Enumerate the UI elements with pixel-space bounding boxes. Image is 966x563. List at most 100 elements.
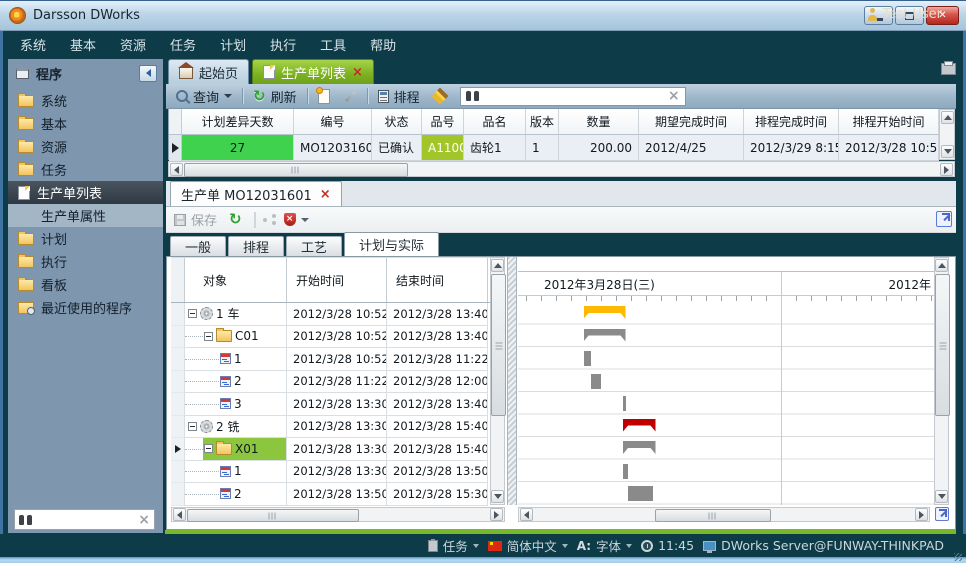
tree-row[interactable]: 3 2012/3/28 13:30 2012/3/28 13:40 xyxy=(171,393,490,416)
gantt-bar[interactable] xyxy=(623,419,656,432)
gantt-vertical-scrollbar[interactable] xyxy=(934,257,949,505)
tab-close-icon[interactable]: × xyxy=(320,188,331,201)
resize-grip[interactable] xyxy=(954,553,962,561)
main-tab[interactable]: 生产单列表 × xyxy=(252,59,374,84)
tree-vertical-scrollbar[interactable] xyxy=(490,257,505,505)
tree-row[interactable]: 1 2012/3/28 10:52 2012/3/28 11:22 xyxy=(171,348,490,371)
scroll-up-icon[interactable] xyxy=(935,259,948,272)
query-button[interactable]: 查询 xyxy=(172,85,236,108)
sidebar-search-input[interactable] xyxy=(36,512,134,528)
gantt-bar[interactable] xyxy=(628,486,653,501)
column-header[interactable]: 排程完成时间 xyxy=(744,109,839,134)
menu-item[interactable]: 任务 xyxy=(170,35,196,54)
collapse-toggle-icon[interactable] xyxy=(188,309,197,318)
menu-item[interactable]: 资源 xyxy=(120,35,146,54)
menu-item[interactable]: 帮助 xyxy=(370,35,396,54)
column-header[interactable]: 品号 xyxy=(422,109,464,134)
open-external-button[interactable] xyxy=(936,211,952,227)
gantt-bar[interactable] xyxy=(623,441,656,454)
scrollbar-thumb[interactable] xyxy=(184,163,408,177)
column-header[interactable]: 期望完成时间 xyxy=(639,109,744,134)
scrollbar-thumb[interactable] xyxy=(491,274,506,416)
menu-item[interactable]: 计划 xyxy=(220,35,246,54)
clear-search-icon[interactable]: × xyxy=(668,89,680,103)
gantt-bar[interactable] xyxy=(584,306,626,319)
scroll-up-icon[interactable] xyxy=(491,259,504,272)
grid-cell[interactable]: 已确认 xyxy=(372,135,422,161)
scroll-right-icon[interactable] xyxy=(940,163,953,176)
column-header[interactable]: 结束时间 xyxy=(387,258,488,302)
scroll-left-icon[interactable] xyxy=(170,163,183,176)
column-header[interactable]: 数量 xyxy=(559,109,639,134)
refresh-button[interactable]: ↻ 刷新 xyxy=(249,85,301,108)
gantt-bar[interactable] xyxy=(623,396,626,411)
detail-tab[interactable]: 生产单 MO12031601 × xyxy=(170,181,342,206)
status-language-selector[interactable]: 简体中文 xyxy=(488,536,568,555)
grid-cell[interactable]: 2012/3/28 10:52 xyxy=(839,135,939,161)
scroll-down-icon[interactable] xyxy=(941,145,954,158)
gantt-bar[interactable] xyxy=(584,329,626,342)
grid-cell[interactable]: 2012/4/25 xyxy=(639,135,744,161)
scrollbar-thumb[interactable] xyxy=(187,509,359,522)
column-header[interactable]: 品名 xyxy=(464,109,526,134)
scroll-right-icon[interactable] xyxy=(490,508,503,521)
sidebar-item[interactable]: 执行 xyxy=(8,250,163,273)
collapse-toggle-icon[interactable] xyxy=(204,444,213,453)
menu-item[interactable]: 基本 xyxy=(70,35,96,54)
printer-icon[interactable] xyxy=(941,63,956,75)
sidebar-collapse-button[interactable] xyxy=(139,65,157,82)
tree-horizontal-scrollbar[interactable] xyxy=(171,507,505,522)
sidebar-item[interactable]: 资源 xyxy=(8,135,163,158)
detail-subtab[interactable]: 工艺 xyxy=(286,236,342,256)
status-task-selector[interactable]: 任务 xyxy=(428,536,479,555)
grid-search-input[interactable] xyxy=(484,88,663,104)
tree-row[interactable]: 2 铣 2012/3/28 13:30 2012/3/28 15:40 xyxy=(171,416,490,439)
validate-button[interactable]: × xyxy=(284,213,309,226)
collapse-toggle-icon[interactable] xyxy=(188,422,197,431)
grid-cell[interactable]: A11001 xyxy=(422,135,464,161)
gantt-popout-button[interactable] xyxy=(935,507,949,521)
gantt-bar[interactable] xyxy=(591,374,601,389)
column-header[interactable]: 开始时间 xyxy=(287,258,387,302)
sidebar-item[interactable]: 生产单列表 xyxy=(8,181,163,204)
grid-cell[interactable]: MO12031601 xyxy=(294,135,372,161)
tree-row[interactable]: X01 2012/3/28 13:30 2012/3/28 15:40 xyxy=(171,438,490,461)
new-button[interactable] xyxy=(314,87,334,106)
orders-vertical-scrollbar[interactable] xyxy=(939,109,955,160)
sidebar-item[interactable]: 生产单属性 xyxy=(8,204,163,227)
grid-cell[interactable]: 1 xyxy=(526,135,559,161)
sidebar-item[interactable]: 看板 xyxy=(8,273,163,296)
clean-button[interactable] xyxy=(430,88,450,104)
main-tab[interactable]: 起始页 × xyxy=(168,59,249,84)
sidebar-item[interactable]: 最近使用的程序 xyxy=(8,296,163,319)
column-header[interactable]: 版本 xyxy=(526,109,559,134)
detail-refresh-button[interactable]: ↻ xyxy=(225,210,246,229)
menu-item[interactable]: 系统 xyxy=(20,35,46,54)
scroll-right-icon[interactable] xyxy=(915,508,928,521)
collapse-toggle-icon[interactable] xyxy=(204,332,213,341)
column-header[interactable]: 编号 xyxy=(294,109,372,134)
scroll-left-icon[interactable] xyxy=(520,508,533,521)
column-header[interactable]: 对象 xyxy=(185,258,287,302)
detail-subtab[interactable]: 一般 xyxy=(170,236,226,256)
column-header[interactable]: 排程开始时间 xyxy=(839,109,939,134)
sidebar-item[interactable]: 基本 xyxy=(8,112,163,135)
detail-subtab[interactable]: 计划与实际 xyxy=(344,232,439,256)
tree-row[interactable]: 2 2012/3/28 11:22 2012/3/28 12:00 xyxy=(171,371,490,394)
tree-row[interactable]: 1 2012/3/28 13:30 2012/3/28 13:50 xyxy=(171,461,490,484)
scrollbar-thumb[interactable] xyxy=(655,509,771,522)
tree-row[interactable]: 1 车 2012/3/28 10:52 2012/3/28 13:40 xyxy=(171,303,490,326)
sidebar-item[interactable]: 任务 xyxy=(8,158,163,181)
grid-cell[interactable]: 200.00 xyxy=(559,135,639,161)
scroll-down-icon[interactable] xyxy=(491,490,504,503)
detail-subtab[interactable]: 排程 xyxy=(228,236,284,256)
grid-cell[interactable]: 齿轮1 xyxy=(464,135,526,161)
gantt-horizontal-scrollbar[interactable] xyxy=(518,507,930,522)
sidebar-item[interactable]: 计划 xyxy=(8,227,163,250)
menu-item[interactable]: 执行 xyxy=(270,35,296,54)
clear-search-icon[interactable]: × xyxy=(138,513,150,527)
column-header[interactable]: 计划差异天数 xyxy=(182,109,294,134)
status-font-selector[interactable]: A: 字体 xyxy=(577,536,632,555)
scroll-up-icon[interactable] xyxy=(941,111,954,124)
scrollbar-thumb[interactable] xyxy=(935,274,950,416)
